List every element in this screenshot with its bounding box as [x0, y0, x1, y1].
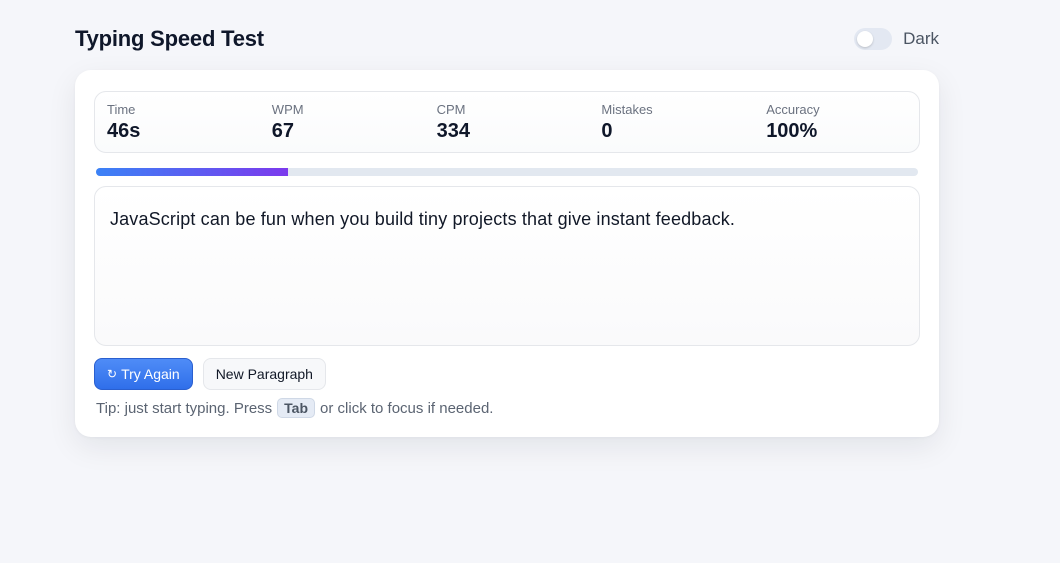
stat-value: 46s	[107, 120, 141, 142]
new-paragraph-label: New Paragraph	[215, 366, 313, 382]
progress-fill	[96, 168, 288, 176]
stat-label: Mistakes	[601, 102, 653, 117]
stat-label: CPM	[436, 102, 466, 117]
tip-after: or click to focus if needed.	[320, 399, 494, 417]
try-again-button[interactable]: ↻ Try Again	[94, 358, 193, 390]
stat-cpm: CPM 334	[425, 92, 590, 152]
stat-label: Time	[107, 102, 136, 117]
stat-label: Accuracy	[766, 102, 820, 117]
stat-wpm: WPM 67	[260, 92, 425, 152]
stat-label: WPM	[271, 102, 304, 117]
dark-mode-switch[interactable]	[854, 28, 893, 50]
progress-bar	[96, 168, 918, 176]
theme-toggle[interactable]: Dark	[854, 28, 939, 50]
tab-key-badge: Tab	[277, 398, 316, 418]
tip-before: Tip: just start typing. Press	[96, 399, 273, 417]
typing-paragraph[interactable]: JavaScript can be fun when you build tin…	[94, 186, 920, 346]
try-again-label: Try Again	[121, 366, 180, 382]
stat-value: 334	[436, 120, 470, 142]
new-paragraph-button[interactable]: New Paragraph	[202, 358, 326, 390]
action-buttons: ↻ Try Again New Paragraph	[94, 358, 326, 390]
stat-accuracy: Accuracy 100%	[754, 92, 919, 152]
stat-value: 0	[601, 120, 613, 142]
stat-value: 100%	[766, 120, 818, 142]
refresh-icon: ↻	[107, 367, 118, 381]
stat-mistakes: Mistakes 0	[589, 92, 754, 152]
stat-time: Time 46s	[95, 92, 260, 152]
stats-bar: Time 46s WPM 67 CPM 334 Mistakes 0 Accur…	[94, 91, 920, 153]
page-title: Typing Speed Test	[75, 26, 264, 51]
switch-knob	[857, 31, 874, 47]
dark-mode-label: Dark	[903, 29, 939, 48]
app-header: Typing Speed Test Dark	[75, 24, 939, 54]
stat-value: 67	[271, 120, 295, 142]
typing-card: Time 46s WPM 67 CPM 334 Mistakes 0 Accur…	[75, 70, 939, 437]
tip-text: Tip: just start typing. Press Tab or cli…	[96, 398, 493, 418]
